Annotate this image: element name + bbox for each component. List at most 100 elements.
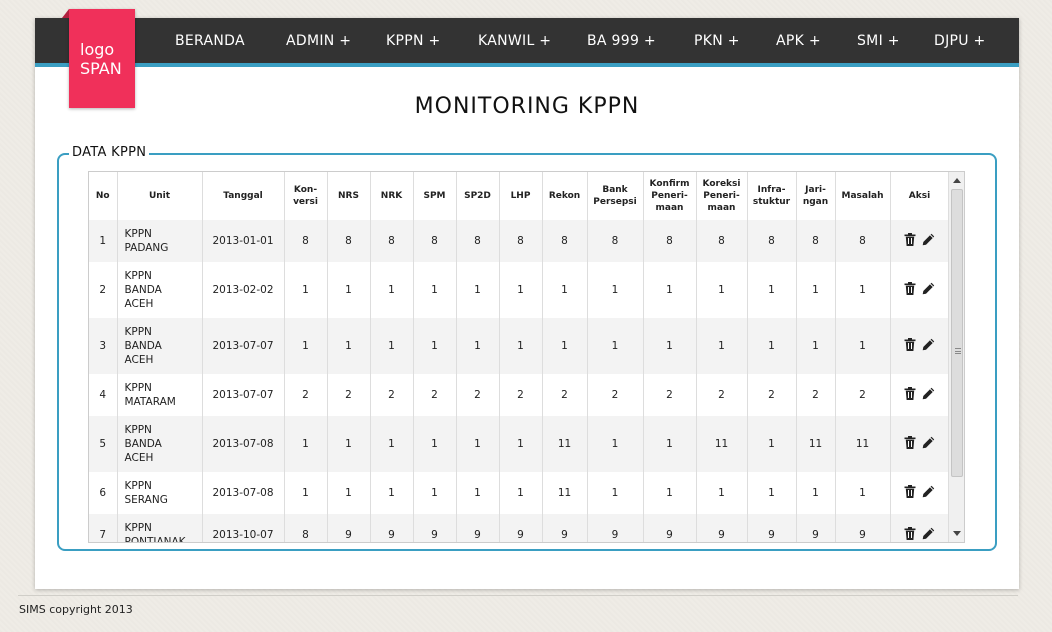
- main-card: BERANDA ADMIN + KPPN + KANWIL + BA 999 + PKN …: [35, 9, 1019, 589]
- pencil-icon[interactable]: [922, 527, 935, 542]
- row-number: 1: [89, 220, 118, 262]
- value-cell: 2: [643, 374, 697, 416]
- footer-copyright: SIMS copyright 2013: [19, 603, 133, 616]
- value-cell: 2: [542, 374, 588, 416]
- value-cell: 8: [587, 220, 644, 262]
- value-cell: 1: [499, 318, 543, 374]
- nav-item-apk[interactable]: APK +: [776, 33, 821, 49]
- value-cell: 2: [370, 374, 414, 416]
- trash-icon[interactable]: [904, 282, 916, 298]
- table-row: 4 KPPN MATARAM 2013-07-07 2 2 2 2 2 2 2 2 2 2 2 2 2: [89, 374, 950, 416]
- value-cell: 1: [499, 472, 543, 514]
- scrollbar-thumb[interactable]: [951, 189, 963, 477]
- nav-item-beranda[interactable]: BERANDA: [175, 33, 245, 49]
- top-navbar: BERANDA ADMIN + KPPN + KANWIL + BA 999 + PKN …: [35, 18, 1019, 67]
- pencil-icon[interactable]: [922, 436, 935, 452]
- logo[interactable]: logo SPAN: [62, 9, 135, 108]
- value-cell: 1: [587, 472, 644, 514]
- value-cell: 2: [796, 374, 836, 416]
- date-cell: 2013-10-07: [202, 514, 285, 542]
- row-number: 7: [89, 514, 118, 542]
- value-cell: 1: [327, 262, 371, 318]
- nav-item-kppn[interactable]: KPPN +: [386, 33, 441, 49]
- value-cell: 9: [796, 514, 836, 542]
- column-header: Konfirm Peneri- maan: [643, 172, 697, 220]
- column-header: SPM: [413, 172, 457, 220]
- value-cell: 1: [587, 416, 644, 472]
- value-cell: 1: [327, 416, 371, 472]
- actions-cell: [890, 374, 950, 416]
- value-cell: 1: [413, 262, 457, 318]
- nav-item-pkn[interactable]: PKN +: [694, 33, 740, 49]
- kppn-table: No Unit Tanggal Kon- versi NRS NRK SPM SP2D LHP R…: [89, 172, 950, 542]
- nav-item-admin[interactable]: ADMIN +: [286, 33, 351, 49]
- pencil-icon[interactable]: [922, 282, 935, 298]
- data-kppn-fieldset: DATA KPPN No Unit Tanggal Kon- versi NRS NRK S…: [57, 145, 997, 551]
- value-cell: 1: [796, 262, 836, 318]
- value-cell: 1: [542, 318, 588, 374]
- value-cell: 1: [499, 262, 543, 318]
- table-container: No Unit Tanggal Kon- versi NRS NRK SPM SP2D LHP R…: [88, 171, 965, 543]
- column-header: Bank Persepsi: [587, 172, 644, 220]
- value-cell: 1: [587, 318, 644, 374]
- column-header: Jari- ngan: [796, 172, 836, 220]
- value-cell: 1: [284, 416, 328, 472]
- column-header: SP2D: [456, 172, 500, 220]
- value-cell: 1: [747, 318, 797, 374]
- value-cell: 1: [456, 416, 500, 472]
- unit-name: KPPN MATARAM: [117, 374, 203, 416]
- date-cell: 2013-07-07: [202, 374, 285, 416]
- value-cell: 8: [499, 220, 543, 262]
- pencil-icon[interactable]: [922, 485, 935, 501]
- scroll-down-arrow-icon[interactable]: [953, 531, 961, 536]
- value-cell: 8: [542, 220, 588, 262]
- value-cell: 2: [835, 374, 891, 416]
- table-row: 6 KPPN SERANG 2013-07-08 1 1 1 1 1 1 11 1 1 1 1 1 1: [89, 472, 950, 514]
- unit-name: KPPN BANDA ACEH: [117, 262, 203, 318]
- pencil-icon[interactable]: [922, 233, 935, 249]
- nav-item-smi[interactable]: SMI +: [857, 33, 900, 49]
- trash-icon[interactable]: [904, 436, 916, 452]
- trash-icon[interactable]: [904, 338, 916, 354]
- actions-cell: [890, 220, 950, 262]
- value-cell: 8: [413, 220, 457, 262]
- actions-cell: [890, 472, 950, 514]
- nav-item-djpu[interactable]: DJPU +: [934, 33, 986, 49]
- value-cell: 1: [413, 472, 457, 514]
- value-cell: 1: [284, 262, 328, 318]
- scroll-up-arrow-icon[interactable]: [953, 178, 961, 183]
- logo-line1: logo: [80, 40, 115, 59]
- column-header: No: [89, 172, 118, 220]
- value-cell: 1: [499, 416, 543, 472]
- value-cell: 1: [284, 472, 328, 514]
- value-cell: 1: [587, 262, 644, 318]
- value-cell: 1: [696, 472, 748, 514]
- trash-icon[interactable]: [904, 387, 916, 403]
- row-number: 2: [89, 262, 118, 318]
- date-cell: 2013-07-07: [202, 318, 285, 374]
- value-cell: 1: [835, 472, 891, 514]
- nav-item-kanwil[interactable]: KANWIL +: [478, 33, 551, 49]
- actions-cell: [890, 262, 950, 318]
- value-cell: 2: [747, 374, 797, 416]
- value-cell: 9: [696, 514, 748, 542]
- pencil-icon[interactable]: [922, 338, 935, 354]
- value-cell: 11: [796, 416, 836, 472]
- vertical-scrollbar[interactable]: [948, 172, 964, 542]
- grip-icon: [955, 348, 961, 354]
- actions-cell: [890, 318, 950, 374]
- value-cell: 1: [327, 318, 371, 374]
- value-cell: 8: [284, 220, 328, 262]
- actions-cell: [890, 514, 950, 542]
- trash-icon[interactable]: [904, 485, 916, 501]
- value-cell: 1: [643, 472, 697, 514]
- trash-icon[interactable]: [904, 233, 916, 249]
- value-cell: 9: [835, 514, 891, 542]
- date-cell: 2013-02-02: [202, 262, 285, 318]
- pencil-icon[interactable]: [922, 387, 935, 403]
- column-header: Infra- stuktur: [747, 172, 797, 220]
- footer-divider: [18, 595, 1018, 596]
- nav-item-ba-999[interactable]: BA 999 +: [587, 33, 656, 49]
- value-cell: 1: [643, 318, 697, 374]
- trash-icon[interactable]: [904, 527, 916, 542]
